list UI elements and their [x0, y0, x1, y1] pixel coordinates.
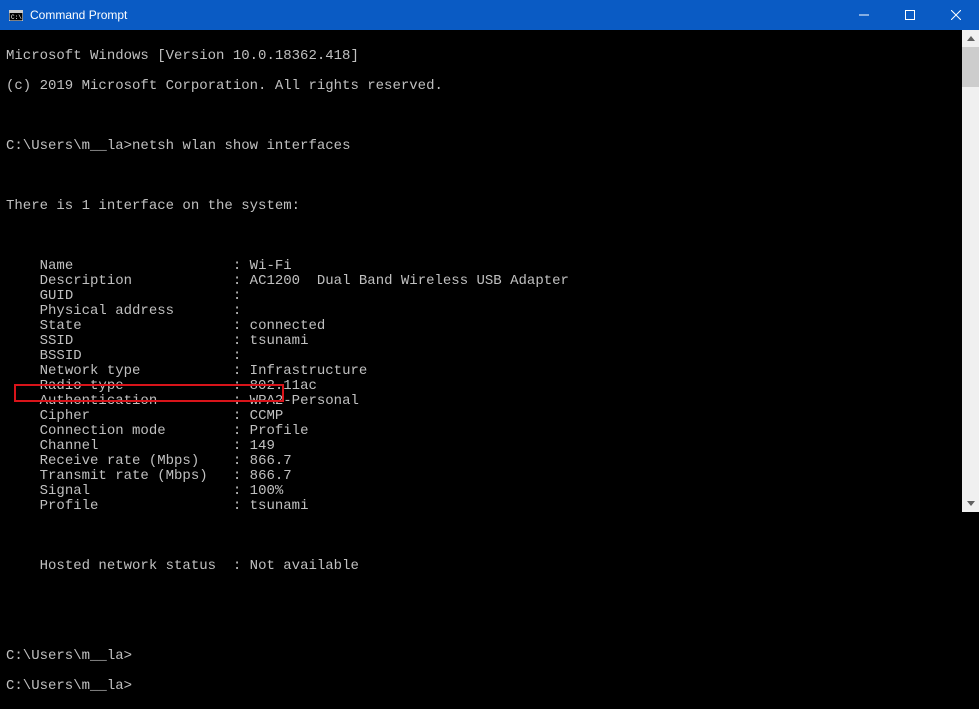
field-value: WPA2-Personal [250, 393, 359, 409]
field-label: Channel [40, 438, 99, 454]
field-row-channel: Channel : 149 [6, 439, 979, 454]
field-label: Name [40, 258, 74, 274]
blank-line [6, 169, 979, 184]
field-row-ssid: SSID : tsunami [6, 334, 979, 349]
field-row-bssid: BSSID : [6, 349, 979, 364]
field-label: GUID [40, 288, 74, 304]
field-label: Radio type [40, 378, 124, 394]
field-label: Hosted network status [40, 558, 216, 574]
field-row-guid: GUID : [6, 289, 979, 304]
scroll-up-button[interactable] [962, 30, 979, 47]
field-value: CCMP [250, 408, 284, 424]
field-value: 802.11ac [250, 378, 317, 394]
field-row-transmit-rate-mbps-: Transmit rate (Mbps) : 866.7 [6, 469, 979, 484]
field-value: 149 [250, 438, 275, 454]
field-row-radio-type: Radio type : 802.11ac [6, 379, 979, 394]
prompt-empty: C:\Users\m__la> [6, 649, 979, 664]
blank-line [6, 589, 979, 604]
field-label: Authentication [40, 393, 158, 409]
hosted-network-row: Hosted network status : Not available [6, 559, 979, 574]
field-row-cipher: Cipher : CCMP [6, 409, 979, 424]
field-value: 866.7 [250, 453, 292, 469]
maximize-button[interactable] [887, 0, 933, 30]
field-value: Infrastructure [250, 363, 368, 379]
field-row-authentication: Authentication : WPA2-Personal [6, 394, 979, 409]
field-value: Not available [250, 558, 359, 574]
field-value: connected [250, 318, 326, 334]
window-title: Command Prompt [30, 8, 127, 22]
prompt-path: C:\Users\m__la> [6, 138, 132, 154]
os-version-line: Microsoft Windows [Version 10.0.18362.41… [6, 49, 979, 64]
field-value: tsunami [250, 333, 309, 349]
prompt-current: C:\Users\m__la> [6, 679, 979, 694]
copyright-line: (c) 2019 Microsoft Corporation. All righ… [6, 79, 979, 94]
field-label: State [40, 318, 82, 334]
field-row-receive-rate-mbps-: Receive rate (Mbps) : 866.7 [6, 454, 979, 469]
field-row-description: Description : AC1200 Dual Band Wireless … [6, 274, 979, 289]
field-value: AC1200 Dual Band Wireless USB Adapter [250, 273, 569, 289]
blank-line [6, 229, 979, 244]
command-text: netsh wlan show interfaces [132, 138, 350, 154]
blank-line [6, 529, 979, 544]
vertical-scrollbar[interactable] [962, 30, 979, 512]
blank-line [6, 109, 979, 124]
close-button[interactable] [933, 0, 979, 30]
blank-line [6, 619, 979, 634]
titlebar[interactable]: C:\ Command Prompt [0, 0, 979, 30]
field-value: 866.7 [250, 468, 292, 484]
field-row-name: Name : Wi-Fi [6, 259, 979, 274]
field-label: SSID [40, 333, 74, 349]
field-label: Transmit rate (Mbps) [40, 468, 208, 484]
field-label: Description [40, 273, 132, 289]
prompt-path: C:\Users\m__la> [6, 648, 132, 664]
prompt-with-command: C:\Users\m__la>netsh wlan show interface… [6, 139, 979, 154]
field-label: Connection mode [40, 423, 166, 439]
field-row-physical-address: Physical address : [6, 304, 979, 319]
field-label: Receive rate (Mbps) [40, 453, 200, 469]
field-row-network-type: Network type : Infrastructure [6, 364, 979, 379]
field-label: Signal [40, 483, 90, 499]
terminal-content[interactable]: Microsoft Windows [Version 10.0.18362.41… [0, 30, 979, 512]
field-label: BSSID [40, 348, 82, 364]
field-value: Profile [250, 423, 309, 439]
prompt-path: C:\Users\m__la> [6, 678, 132, 694]
minimize-button[interactable] [841, 0, 887, 30]
scroll-thumb[interactable] [962, 47, 979, 87]
cmd-icon: C:\ [8, 7, 24, 23]
field-value: Wi-Fi [250, 258, 292, 274]
field-label: Network type [40, 363, 141, 379]
interface-intro: There is 1 interface on the system: [6, 199, 979, 214]
scroll-down-button[interactable] [962, 495, 979, 512]
field-value: 100% [250, 483, 284, 499]
field-label: Cipher [40, 408, 90, 424]
field-label: Physical address [40, 303, 174, 319]
field-row-state: State : connected [6, 319, 979, 334]
field-row-signal: Signal : 100% [6, 484, 979, 499]
field-row-connection-mode: Connection mode : Profile [6, 424, 979, 439]
svg-text:C:\: C:\ [11, 14, 22, 21]
